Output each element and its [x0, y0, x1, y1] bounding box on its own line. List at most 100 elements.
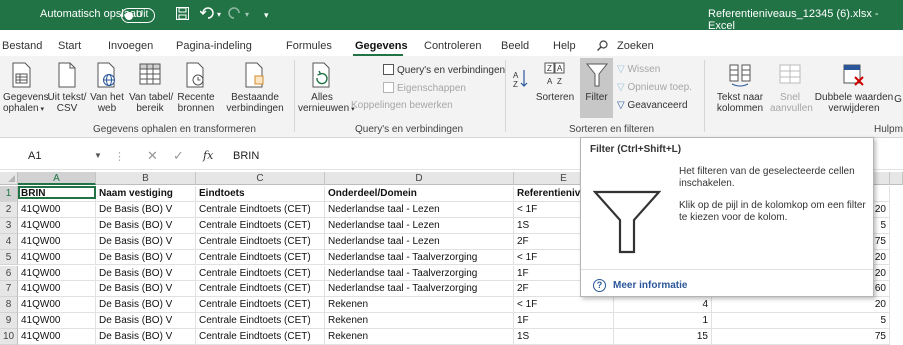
table-cell[interactable]: Rekenen: [325, 297, 514, 314]
table-cell[interactable]: De Basis (BO) V: [96, 265, 196, 282]
table-cell[interactable]: De Basis (BO) V: [96, 233, 196, 250]
table-cell[interactable]: Nederlandse taal - Lezen: [325, 233, 514, 250]
table-cell[interactable]: Nederlandse taal - Lezen: [325, 201, 514, 218]
table-cell[interactable]: De Basis (BO) V: [96, 201, 196, 218]
table-cell[interactable]: < 1F: [514, 297, 614, 314]
table-cell[interactable]: 5: [712, 313, 890, 330]
table-cell[interactable]: Nederlandse taal - Taalverzorging: [325, 265, 514, 282]
formula-input[interactable]: BRIN: [233, 150, 259, 162]
table-cell[interactable]: 15: [614, 329, 712, 345]
tab-beeld[interactable]: Beeld: [501, 40, 529, 52]
formula-bar-grip-icon[interactable]: ⋮: [114, 150, 125, 163]
insert-function-icon[interactable]: fx: [203, 149, 213, 162]
more-info-link[interactable]: Meer informatie: [613, 280, 687, 291]
table-cell[interactable]: 41QW00: [18, 297, 96, 314]
table-cell[interactable]: 41QW00: [18, 281, 96, 298]
reapply-button[interactable]: ▽ Opnieuw toep.: [617, 82, 692, 93]
table-cell[interactable]: 4: [614, 297, 712, 314]
column-header-d[interactable]: D: [325, 172, 514, 185]
existing-connections-button[interactable]: Bestaande verbindingen: [226, 62, 284, 114]
undo-icon[interactable]: [199, 7, 216, 23]
header-cell[interactable]: Naam vestiging: [96, 186, 196, 202]
table-cell[interactable]: 41QW00: [18, 265, 96, 282]
table-cell[interactable]: 1: [614, 313, 712, 330]
search-box[interactable]: Zoeken: [617, 40, 654, 52]
remove-duplicates-button[interactable]: Dubbele waarden verwijderen: [814, 62, 894, 114]
properties-button[interactable]: Eigenschappen: [383, 82, 466, 94]
next-tool-button[interactable]: G: [893, 94, 903, 105]
select-all-button[interactable]: [0, 172, 18, 185]
name-box[interactable]: A1: [28, 150, 41, 162]
filter-button[interactable]: Filter: [580, 62, 613, 103]
table-cell[interactable]: 41QW00: [18, 313, 96, 330]
table-cell[interactable]: De Basis (BO) V: [96, 217, 196, 234]
table-cell[interactable]: Centrale Eindtoets (CET): [196, 201, 325, 218]
refresh-all-button[interactable]: Alles vernieuwen ▾: [298, 62, 355, 115]
cancel-icon[interactable]: ✕: [147, 148, 158, 164]
table-cell[interactable]: De Basis (BO) V: [96, 281, 196, 298]
table-cell[interactable]: De Basis (BO) V: [96, 249, 196, 266]
tab-help[interactable]: Help: [553, 40, 576, 52]
from-text-csv-button[interactable]: Uit tekst/ CSV: [47, 62, 87, 114]
table-cell[interactable]: Centrale Eindtoets (CET): [196, 329, 325, 345]
table-cell[interactable]: Rekenen: [325, 313, 514, 330]
table-cell[interactable]: 41QW00: [18, 217, 96, 234]
column-header-c[interactable]: C: [196, 172, 325, 185]
name-box-dropdown-icon[interactable]: ▼: [94, 151, 102, 160]
row-header[interactable]: 7: [0, 281, 18, 298]
queries-connections-button[interactable]: Query's en verbindingen: [383, 64, 505, 76]
tab-gegevens[interactable]: Gegevens: [355, 40, 408, 52]
save-icon[interactable]: [176, 7, 189, 23]
search-icon[interactable]: [597, 40, 608, 54]
table-cell[interactable]: Centrale Eindtoets (CET): [196, 265, 325, 282]
row-header[interactable]: 5: [0, 249, 18, 266]
help-icon[interactable]: ?: [593, 279, 606, 292]
row-header[interactable]: 10: [0, 329, 18, 345]
row-header[interactable]: 8: [0, 297, 18, 314]
from-web-button[interactable]: Van het web: [89, 62, 125, 114]
recent-sources-button[interactable]: Recente bronnen: [176, 62, 216, 114]
confirm-icon[interactable]: ✓: [173, 148, 184, 164]
header-cell[interactable]: Onderdeel/Domein: [325, 186, 514, 202]
text-to-columns-button[interactable]: Tekst naar kolommen: [715, 62, 765, 114]
table-cell[interactable]: Centrale Eindtoets (CET): [196, 217, 325, 234]
tab-formules[interactable]: Formules: [286, 40, 332, 52]
row-header[interactable]: 1: [0, 186, 18, 202]
edit-links-button[interactable]: Koppelingen bewerken: [351, 100, 453, 111]
table-cell[interactable]: Centrale Eindtoets (CET): [196, 281, 325, 298]
row-header[interactable]: 9: [0, 313, 18, 330]
table-cell[interactable]: 20: [712, 297, 890, 314]
tab-pagina-indeling[interactable]: Pagina-indeling: [176, 40, 252, 52]
header-cell[interactable]: Eindtoets: [196, 186, 325, 202]
table-cell[interactable]: Centrale Eindtoets (CET): [196, 249, 325, 266]
advanced-filter-button[interactable]: ▽ Geavanceerd: [617, 100, 688, 111]
table-cell[interactable]: Nederlandse taal - Taalverzorging: [325, 249, 514, 266]
table-cell[interactable]: De Basis (BO) V: [96, 313, 196, 330]
table-cell[interactable]: De Basis (BO) V: [96, 329, 196, 345]
row-header[interactable]: 6: [0, 265, 18, 282]
row-header[interactable]: 2: [0, 201, 18, 218]
table-cell[interactable]: 1F: [514, 313, 614, 330]
table-cell[interactable]: Nederlandse taal - Lezen: [325, 217, 514, 234]
row-header[interactable]: 3: [0, 217, 18, 234]
from-table-range-button[interactable]: Van tabel/ bereik: [129, 62, 173, 114]
autosave-toggle[interactable]: Uit: [121, 8, 155, 23]
table-cell[interactable]: Nederlandse taal - Taalverzorging: [325, 281, 514, 298]
tab-invoegen[interactable]: Invoegen: [108, 40, 153, 52]
clear-filter-button[interactable]: ▽ Wissen: [617, 64, 660, 75]
sort-button[interactable]: ZAAZ Sorteren: [533, 62, 577, 103]
table-cell[interactable]: De Basis (BO) V: [96, 297, 196, 314]
tab-bestand[interactable]: Bestand: [2, 40, 42, 52]
table-cell[interactable]: 41QW00: [18, 201, 96, 218]
sort-az-button[interactable]: AZ: [511, 68, 529, 101]
table-cell[interactable]: 75: [712, 329, 890, 345]
redo-dropdown-icon[interactable]: ▾: [245, 10, 249, 19]
column-header-a[interactable]: A: [18, 172, 96, 185]
undo-dropdown-icon[interactable]: ▾: [217, 10, 221, 19]
column-header-next[interactable]: [890, 172, 903, 185]
table-cell[interactable]: 1S: [514, 329, 614, 345]
table-cell[interactable]: Centrale Eindtoets (CET): [196, 297, 325, 314]
customize-quick-access-icon[interactable]: ▾: [264, 10, 269, 21]
table-cell[interactable]: Centrale Eindtoets (CET): [196, 313, 325, 330]
table-cell[interactable]: 41QW00: [18, 249, 96, 266]
